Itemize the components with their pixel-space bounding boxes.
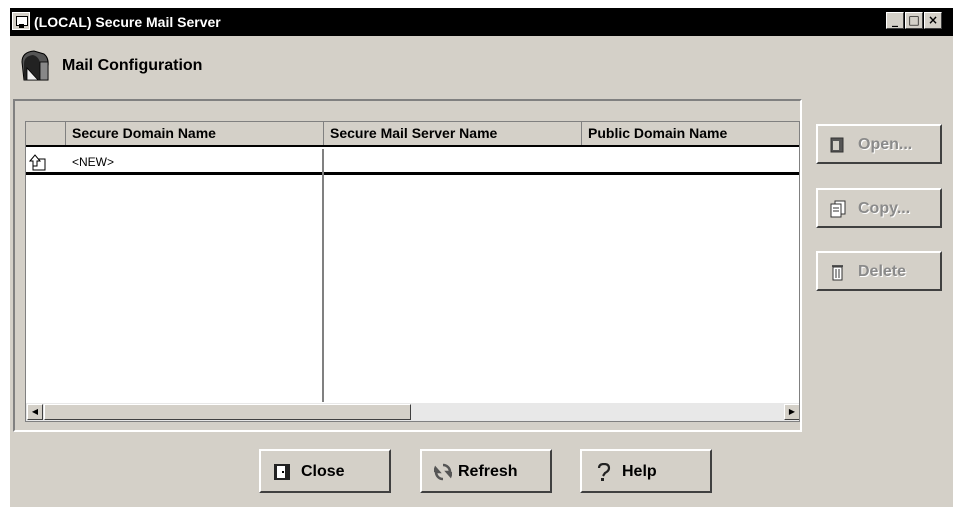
open-icon [830, 137, 844, 153]
help-button[interactable]: Help [580, 449, 712, 493]
question-icon [597, 463, 611, 481]
copy-button[interactable]: Copy... [816, 188, 942, 228]
mailbox-icon [21, 50, 49, 81]
close-label: Close [301, 463, 345, 480]
minimize-button[interactable]: _ [886, 12, 904, 29]
copy-icon [830, 200, 846, 218]
table-header: Secure Domain Name Secure Mail Server Na… [26, 122, 799, 147]
close-window-button[interactable]: × [924, 12, 942, 29]
maximize-button[interactable]: □ [905, 12, 923, 29]
close-door-icon [274, 464, 290, 480]
column-header-secure-mail-server[interactable]: Secure Mail Server Name [324, 122, 582, 145]
column-header-public-domain[interactable]: Public Domain Name [582, 122, 799, 145]
table-panel: Secure Domain Name Secure Mail Server Na… [13, 99, 802, 432]
open-label: Open... [858, 136, 913, 153]
trash-icon [832, 265, 843, 281]
horizontal-scrollbar[interactable]: ◀ ▶ [26, 403, 799, 421]
delete-label: Delete [858, 263, 907, 280]
row-header-corner [26, 122, 66, 145]
page-title: Mail Configuration [62, 57, 203, 74]
open-button[interactable]: Open... [816, 124, 942, 164]
main-window: (LOCAL) Secure Mail Server _ □ × Mail Co… [10, 8, 953, 507]
scroll-thumb[interactable] [44, 404, 411, 420]
scroll-right-button[interactable]: ▶ [784, 404, 799, 420]
app-icon[interactable] [12, 12, 30, 30]
close-button[interactable]: Close [259, 449, 391, 493]
copy-label: Copy... [858, 200, 911, 217]
title-bar[interactable]: (LOCAL) Secure Mail Server _ □ × [10, 8, 953, 36]
secure-domain-cell: <NEW> [72, 155, 115, 169]
domain-table[interactable]: Secure Domain Name Secure Mail Server Na… [25, 121, 800, 422]
table-row[interactable]: <NEW> [26, 149, 799, 175]
column-divider [322, 149, 324, 402]
column-header-secure-domain[interactable]: Secure Domain Name [66, 122, 324, 145]
refresh-icon [434, 463, 452, 481]
refresh-label: Refresh [458, 463, 518, 480]
new-record-icon [28, 154, 46, 171]
help-label: Help [622, 463, 657, 480]
scroll-left-button[interactable]: ◀ [27, 404, 43, 420]
refresh-button[interactable]: Refresh [420, 449, 552, 493]
delete-button[interactable]: Delete [816, 251, 942, 291]
window-title: (LOCAL) Secure Mail Server [34, 14, 221, 30]
